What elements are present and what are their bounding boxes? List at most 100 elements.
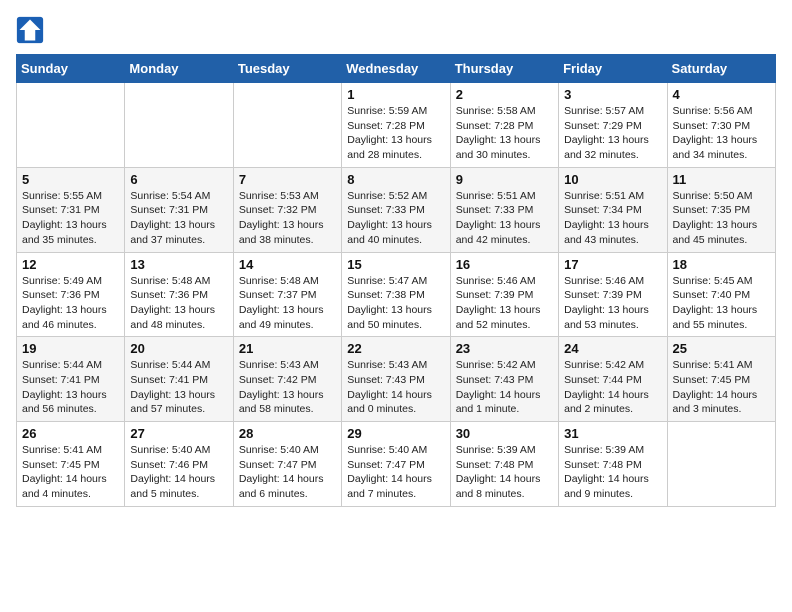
calendar-cell: 25 Sunrise: 5:41 AM Sunset: 7:45 PM Dayli… (667, 337, 775, 422)
calendar-cell: 9Sunrise: 5:51 AM Sunset: 7:33 PM Daylig… (450, 167, 558, 252)
calendar-cell: 31 Sunrise: 5:39 AM Sunset: 7:48 PM Dayli… (559, 422, 667, 507)
day-info: Sunrise: 5:56 AM Sunset: 7:30 PM Dayligh… (673, 104, 770, 163)
calendar-cell: 17 Sunrise: 5:46 AM Sunset: 7:39 PM Dayli… (559, 252, 667, 337)
day-info: Sunrise: 5:49 AM Sunset: 7:36 PM Dayligh… (22, 274, 119, 333)
calendar-cell (233, 83, 341, 168)
day-number: 12 (22, 257, 119, 272)
header-cell-tuesday: Tuesday (233, 55, 341, 83)
day-info: Sunrise: 5:43 AM Sunset: 7:42 PM Dayligh… (239, 358, 336, 417)
calendar-cell: 2Sunrise: 5:58 AM Sunset: 7:28 PM Daylig… (450, 83, 558, 168)
header-row: SundayMondayTuesdayWednesdayThursdayFrid… (17, 55, 776, 83)
calendar-cell: 18 Sunrise: 5:45 AM Sunset: 7:40 PM Dayli… (667, 252, 775, 337)
logo-icon (16, 16, 44, 44)
day-number: 16 (456, 257, 553, 272)
day-number: 21 (239, 341, 336, 356)
calendar-cell: 3 Sunrise: 5:57 AM Sunset: 7:29 PM Daylig… (559, 83, 667, 168)
day-info: Sunrise: 5:42 AM Sunset: 7:43 PM Dayligh… (456, 358, 553, 417)
day-info: Sunrise: 5:50 AM Sunset: 7:35 PM Dayligh… (673, 189, 770, 248)
day-number: 20 (130, 341, 227, 356)
day-info: Sunrise: 5:46 AM Sunset: 7:39 PM Dayligh… (456, 274, 553, 333)
day-number: 28 (239, 426, 336, 441)
calendar-table: SundayMondayTuesdayWednesdayThursdayFrid… (16, 54, 776, 507)
calendar-cell: 4Sunrise: 5:56 AM Sunset: 7:30 PM Daylig… (667, 83, 775, 168)
day-info: Sunrise: 5:52 AM Sunset: 7:33 PM Dayligh… (347, 189, 444, 248)
day-number: 11 (673, 172, 770, 187)
calendar-cell: 23 Sunrise: 5:42 AM Sunset: 7:43 PM Dayli… (450, 337, 558, 422)
day-number: 26 (22, 426, 119, 441)
day-number: 13 (130, 257, 227, 272)
day-info: Sunrise: 5:40 AM Sunset: 7:47 PM Dayligh… (347, 443, 444, 502)
calendar-cell: 14 Sunrise: 5:48 AM Sunset: 7:37 PM Dayli… (233, 252, 341, 337)
day-info: Sunrise: 5:54 AM Sunset: 7:31 PM Dayligh… (130, 189, 227, 248)
calendar-cell: 6 Sunrise: 5:54 AM Sunset: 7:31 PM Daylig… (125, 167, 233, 252)
day-info: Sunrise: 5:57 AM Sunset: 7:29 PM Dayligh… (564, 104, 661, 163)
day-info: Sunrise: 5:51 AM Sunset: 7:33 PM Dayligh… (456, 189, 553, 248)
day-number: 15 (347, 257, 444, 272)
header-cell-thursday: Thursday (450, 55, 558, 83)
calendar-cell: 29 Sunrise: 5:40 AM Sunset: 7:47 PM Dayli… (342, 422, 450, 507)
day-number: 19 (22, 341, 119, 356)
calendar-cell: 15 Sunrise: 5:47 AM Sunset: 7:38 PM Dayli… (342, 252, 450, 337)
day-info: Sunrise: 5:44 AM Sunset: 7:41 PM Dayligh… (130, 358, 227, 417)
day-info: Sunrise: 5:39 AM Sunset: 7:48 PM Dayligh… (564, 443, 661, 502)
day-info: Sunrise: 5:47 AM Sunset: 7:38 PM Dayligh… (347, 274, 444, 333)
day-number: 30 (456, 426, 553, 441)
header-cell-sunday: Sunday (17, 55, 125, 83)
day-info: Sunrise: 5:48 AM Sunset: 7:37 PM Dayligh… (239, 274, 336, 333)
calendar-cell: 21 Sunrise: 5:43 AM Sunset: 7:42 PM Dayli… (233, 337, 341, 422)
calendar-cell: 22 Sunrise: 5:43 AM Sunset: 7:43 PM Dayli… (342, 337, 450, 422)
week-row-1: 1Sunrise: 5:59 AM Sunset: 7:28 PM Daylig… (17, 83, 776, 168)
calendar-body: 1Sunrise: 5:59 AM Sunset: 7:28 PM Daylig… (17, 83, 776, 507)
header-cell-saturday: Saturday (667, 55, 775, 83)
calendar-cell: 13Sunrise: 5:48 AM Sunset: 7:36 PM Dayli… (125, 252, 233, 337)
day-number: 23 (456, 341, 553, 356)
calendar-cell: 20 Sunrise: 5:44 AM Sunset: 7:41 PM Dayli… (125, 337, 233, 422)
day-number: 8 (347, 172, 444, 187)
day-info: Sunrise: 5:40 AM Sunset: 7:47 PM Dayligh… (239, 443, 336, 502)
calendar-cell: 5Sunrise: 5:55 AM Sunset: 7:31 PM Daylig… (17, 167, 125, 252)
calendar-cell: 11 Sunrise: 5:50 AM Sunset: 7:35 PM Dayli… (667, 167, 775, 252)
week-row-2: 5Sunrise: 5:55 AM Sunset: 7:31 PM Daylig… (17, 167, 776, 252)
day-info: Sunrise: 5:58 AM Sunset: 7:28 PM Dayligh… (456, 104, 553, 163)
calendar-cell: 7Sunrise: 5:53 AM Sunset: 7:32 PM Daylig… (233, 167, 341, 252)
day-info: Sunrise: 5:55 AM Sunset: 7:31 PM Dayligh… (22, 189, 119, 248)
calendar-cell: 16 Sunrise: 5:46 AM Sunset: 7:39 PM Dayli… (450, 252, 558, 337)
day-number: 31 (564, 426, 661, 441)
header-cell-monday: Monday (125, 55, 233, 83)
day-number: 17 (564, 257, 661, 272)
day-number: 29 (347, 426, 444, 441)
header-cell-friday: Friday (559, 55, 667, 83)
day-number: 22 (347, 341, 444, 356)
day-info: Sunrise: 5:46 AM Sunset: 7:39 PM Dayligh… (564, 274, 661, 333)
calendar-cell: 10 Sunrise: 5:51 AM Sunset: 7:34 PM Dayli… (559, 167, 667, 252)
calendar-cell: 19Sunrise: 5:44 AM Sunset: 7:41 PM Dayli… (17, 337, 125, 422)
calendar-cell: 12 Sunrise: 5:49 AM Sunset: 7:36 PM Dayli… (17, 252, 125, 337)
day-info: Sunrise: 5:39 AM Sunset: 7:48 PM Dayligh… (456, 443, 553, 502)
header-cell-wednesday: Wednesday (342, 55, 450, 83)
day-number: 6 (130, 172, 227, 187)
calendar-cell: 8 Sunrise: 5:52 AM Sunset: 7:33 PM Daylig… (342, 167, 450, 252)
day-number: 10 (564, 172, 661, 187)
day-number: 25 (673, 341, 770, 356)
calendar-cell (667, 422, 775, 507)
day-number: 24 (564, 341, 661, 356)
day-number: 14 (239, 257, 336, 272)
day-number: 3 (564, 87, 661, 102)
calendar-cell (125, 83, 233, 168)
day-info: Sunrise: 5:41 AM Sunset: 7:45 PM Dayligh… (673, 358, 770, 417)
calendar-header: SundayMondayTuesdayWednesdayThursdayFrid… (17, 55, 776, 83)
day-info: Sunrise: 5:53 AM Sunset: 7:32 PM Dayligh… (239, 189, 336, 248)
day-info: Sunrise: 5:43 AM Sunset: 7:43 PM Dayligh… (347, 358, 444, 417)
calendar-cell: 1Sunrise: 5:59 AM Sunset: 7:28 PM Daylig… (342, 83, 450, 168)
day-number: 27 (130, 426, 227, 441)
logo (16, 16, 48, 44)
calendar-cell (17, 83, 125, 168)
day-info: Sunrise: 5:59 AM Sunset: 7:28 PM Dayligh… (347, 104, 444, 163)
day-info: Sunrise: 5:45 AM Sunset: 7:40 PM Dayligh… (673, 274, 770, 333)
calendar-cell: 30 Sunrise: 5:39 AM Sunset: 7:48 PM Dayli… (450, 422, 558, 507)
week-row-3: 12 Sunrise: 5:49 AM Sunset: 7:36 PM Dayli… (17, 252, 776, 337)
day-number: 18 (673, 257, 770, 272)
day-info: Sunrise: 5:42 AM Sunset: 7:44 PM Dayligh… (564, 358, 661, 417)
day-info: Sunrise: 5:51 AM Sunset: 7:34 PM Dayligh… (564, 189, 661, 248)
week-row-5: 26Sunrise: 5:41 AM Sunset: 7:45 PM Dayli… (17, 422, 776, 507)
